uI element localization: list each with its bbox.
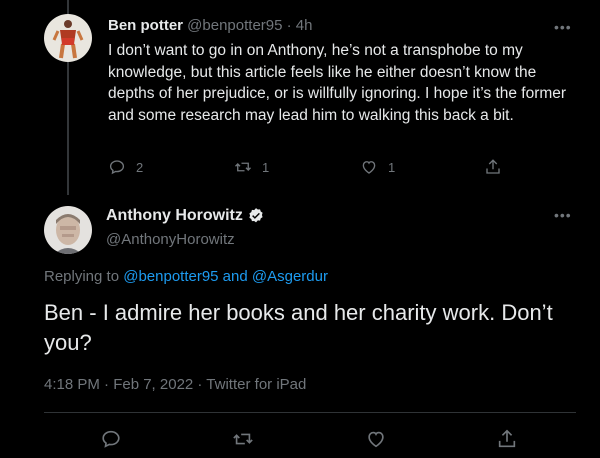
share-icon[interactable] bbox=[496, 428, 518, 450]
main-tweet-actions bbox=[0, 428, 600, 450]
mention-link[interactable]: @Asgerdur bbox=[252, 268, 328, 285]
tweet-text: I don’t want to go in on Anthony, he’s n… bbox=[108, 42, 567, 124]
verified-icon bbox=[249, 208, 263, 223]
reply-icon bbox=[109, 160, 125, 175]
retweet-count: 1 bbox=[262, 159, 270, 175]
reply-tweet-actions: 2 1 1 bbox=[108, 158, 518, 178]
heart-icon[interactable] bbox=[365, 428, 387, 450]
author-name[interactable]: Ben potter bbox=[108, 17, 183, 34]
reply-tweet-header: Ben potter @benpotter95 · 4h bbox=[108, 17, 312, 34]
share-button[interactable] bbox=[484, 158, 502, 176]
avatar[interactable] bbox=[44, 14, 92, 62]
mention-link[interactable]: @benpotter95 bbox=[123, 268, 218, 285]
tweet-timestamp[interactable]: 4:18 PM · Feb 7, 2022 · Twitter for iPad bbox=[44, 376, 306, 393]
author-handle[interactable]: @AnthonyHorowitz bbox=[106, 231, 235, 248]
more-icon[interactable]: ••• bbox=[554, 208, 572, 222]
retweet-button[interactable]: 1 bbox=[234, 158, 269, 176]
divider bbox=[44, 412, 576, 413]
more-icon[interactable]: ••• bbox=[554, 20, 572, 34]
heart-icon bbox=[362, 161, 376, 174]
like-button[interactable]: 1 bbox=[360, 158, 395, 176]
replying-to-line: Replying to @benpotter95 and @Asgerdur bbox=[44, 268, 328, 285]
tweet-text: Ben - I admire her books and her charity… bbox=[44, 300, 553, 355]
avatar[interactable] bbox=[44, 206, 92, 254]
main-author-row: Anthony Horowitz bbox=[106, 207, 265, 225]
retweet-icon bbox=[235, 162, 251, 172]
author-name[interactable]: Anthony Horowitz bbox=[106, 207, 243, 225]
share-icon bbox=[486, 159, 500, 174]
reply-icon[interactable] bbox=[100, 428, 122, 450]
reply-count: 2 bbox=[136, 159, 144, 175]
replying-to-and[interactable]: and bbox=[219, 268, 252, 285]
author-handle-time[interactable]: @benpotter95 · 4h bbox=[187, 17, 312, 34]
like-count: 1 bbox=[388, 159, 396, 175]
retweet-icon[interactable] bbox=[232, 428, 254, 450]
replying-to-prefix: Replying to bbox=[44, 268, 124, 285]
reply-button[interactable]: 2 bbox=[108, 158, 143, 176]
